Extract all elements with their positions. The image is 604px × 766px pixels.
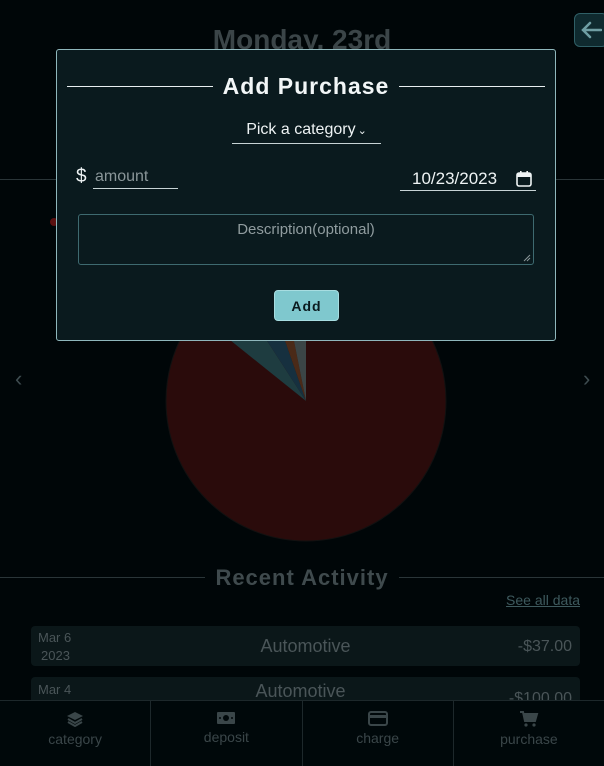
nav-label: charge [356, 730, 400, 746]
arrow-left-icon [581, 21, 602, 39]
modal-title: Add Purchase [222, 72, 390, 99]
calendar-icon[interactable] [516, 171, 532, 187]
see-all-data-link[interactable]: See all data [506, 592, 580, 608]
chevron-down-icon: ⌄ [357, 125, 367, 137]
cart-icon [519, 711, 539, 727]
recent-activity-title: Recent Activity [205, 565, 399, 591]
nav-item-category[interactable]: category [0, 701, 152, 766]
credit-card-icon [367, 711, 388, 726]
currency-symbol: $ [76, 166, 87, 187]
date-value: 10/23/2023 [412, 169, 498, 188]
activity-category: Automotive [260, 636, 351, 656]
carousel-prev-button[interactable]: ‹ [15, 366, 22, 392]
amount-input[interactable]: amount [93, 166, 178, 189]
nav-label: purchase [500, 731, 558, 747]
description-textarea[interactable]: Description(optional) [78, 214, 534, 265]
category-select-value: Pick a category [246, 121, 356, 138]
activity-amount: -$37.00 [517, 638, 572, 655]
recent-activity-heading: Recent Activity [0, 565, 604, 591]
resize-handle-icon[interactable] [523, 254, 531, 262]
category-select[interactable]: Pick a category ⌄ [232, 121, 381, 144]
cash-icon [217, 712, 236, 724]
nav-item-deposit[interactable]: deposit [151, 701, 303, 766]
activity-row[interactable]: Mar 6 2023 Automotive -$37.00 [31, 626, 580, 666]
nav-label: deposit [203, 729, 249, 745]
activity-category: Automotive [255, 681, 346, 701]
nav-label: category [48, 731, 102, 747]
nav-item-purchase[interactable]: purchase [454, 701, 604, 766]
title-rule-left [67, 85, 213, 87]
modal-header: Add Purchase [67, 72, 545, 100]
layers-icon [67, 712, 84, 727]
add-purchase-modal: Add Purchase Pick a category ⌄ $ amount 1… [56, 49, 556, 341]
date-input[interactable]: 10/23/2023 [400, 166, 536, 191]
back-button[interactable] [574, 13, 604, 47]
add-button[interactable]: Add [274, 290, 339, 321]
description-placeholder: Description(optional) [237, 221, 375, 238]
bottom-nav: category deposit charge purchase [0, 700, 604, 766]
carousel-next-button[interactable]: › [583, 366, 590, 392]
nav-item-charge[interactable]: charge [303, 701, 454, 766]
title-rule-right [399, 85, 545, 87]
